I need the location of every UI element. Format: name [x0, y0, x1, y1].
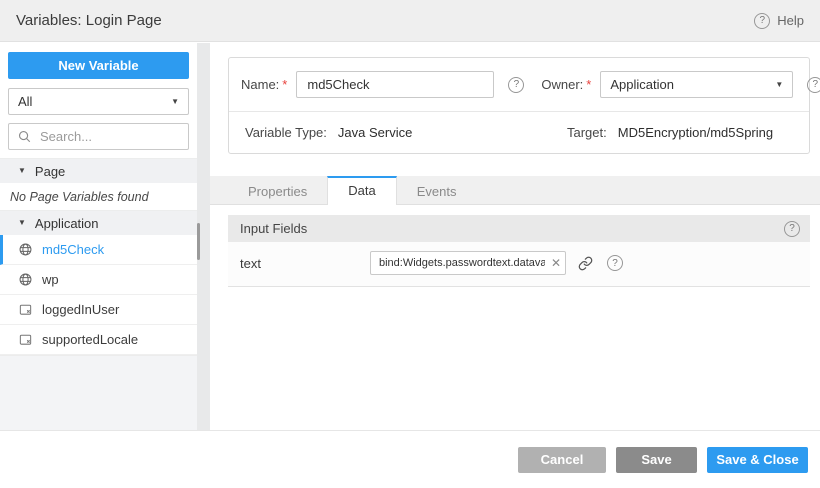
search-box[interactable]	[8, 123, 189, 150]
variable-filter-value: All	[18, 94, 32, 109]
tree-group-label: Page	[35, 164, 65, 179]
tab-bar: Properties Data Events	[210, 176, 820, 205]
section-title: Input Fields	[240, 221, 307, 236]
bind-expression-input-wrap: ✕	[370, 251, 566, 275]
bind-expression-input[interactable]	[370, 251, 566, 275]
bind-link-icon[interactable]	[578, 256, 593, 271]
name-help-icon[interactable]: ?	[508, 77, 524, 93]
save-button[interactable]: Save	[616, 447, 697, 473]
clear-icon[interactable]: ✕	[551, 257, 561, 269]
sidebar: New Variable All ▼ ▼ Page No Page Variab…	[0, 43, 197, 430]
java-service-icon	[18, 242, 33, 257]
variable-type-label: Variable Type:	[245, 125, 327, 140]
main-panel: Name:* ? Owner:* Application ▼ ? Variabl…	[210, 43, 820, 430]
variable-item-label: loggedInUser	[42, 302, 119, 317]
cancel-button[interactable]: Cancel	[518, 447, 606, 473]
variable-item-loggedinuser[interactable]: loggedInUser	[0, 295, 197, 325]
owner-select-value: Application	[610, 77, 674, 92]
tree-group-application[interactable]: ▼ Application	[0, 210, 197, 235]
new-variable-button[interactable]: New Variable	[8, 52, 189, 79]
save-close-button[interactable]: Save & Close	[707, 447, 808, 473]
help-icon: ?	[754, 13, 770, 29]
tree-group-label: Application	[35, 216, 99, 231]
variable-filter-select[interactable]: All ▼	[8, 88, 189, 115]
type-target-row: Variable Type: Java Service Target: MD5E…	[229, 112, 809, 153]
static-variable-icon	[18, 332, 33, 347]
target-value: MD5Encryption/md5Spring	[618, 125, 773, 140]
variable-summary-box: Name:* ? Owner:* Application ▼ ? Variabl…	[228, 57, 810, 154]
sidebar-divider	[197, 43, 210, 430]
target-label: Target:	[567, 125, 607, 140]
java-service-icon	[18, 272, 33, 287]
tab-properties[interactable]: Properties	[228, 176, 327, 204]
section-help-icon[interactable]: ?	[784, 221, 800, 237]
field-name: text	[240, 256, 370, 271]
chevron-down-icon: ▼	[775, 81, 783, 89]
sidebar-empty-area	[0, 355, 197, 430]
variable-item-md5check[interactable]: md5Check	[0, 235, 197, 265]
owner-select[interactable]: Application ▼	[600, 71, 793, 98]
page-title: Variables: Login Page	[16, 12, 162, 29]
required-marker: *	[586, 77, 591, 92]
input-fields-header: Input Fields ?	[228, 215, 810, 242]
help-label: Help	[777, 13, 804, 28]
collapse-arrow-icon: ▼	[18, 219, 26, 227]
input-fields-section: Input Fields ? text ✕ ?	[228, 215, 810, 287]
variable-item-wp[interactable]: wp	[0, 265, 197, 295]
collapse-arrow-icon: ▼	[18, 167, 26, 175]
static-variable-icon	[18, 302, 33, 317]
search-input[interactable]	[38, 128, 180, 145]
search-icon	[17, 129, 32, 144]
name-input[interactable]	[296, 71, 494, 98]
name-owner-row: Name:* ? Owner:* Application ▼ ?	[229, 58, 809, 111]
owner-help-icon[interactable]: ?	[807, 77, 820, 93]
variable-item-label: wp	[42, 272, 59, 287]
chevron-down-icon: ▼	[171, 98, 179, 106]
name-label: Name:*	[241, 77, 287, 92]
variable-item-supportedlocale[interactable]: supportedLocale	[0, 325, 197, 355]
variable-item-label: supportedLocale	[42, 332, 138, 347]
required-marker: *	[282, 77, 287, 92]
owner-label: Owner:*	[541, 77, 591, 92]
variables-dialog: Variables: Login Page ? Help New Variabl…	[0, 0, 820, 488]
help-button[interactable]: ? Help	[754, 13, 804, 29]
sidebar-scrollbar[interactable]	[197, 223, 200, 260]
dialog-titlebar: Variables: Login Page ? Help	[0, 0, 820, 42]
dialog-footer: Cancel Save Save & Close	[0, 430, 820, 488]
tree-group-page[interactable]: ▼ Page	[0, 158, 197, 183]
variables-tree: ▼ Page No Page Variables found ▼ Applica…	[0, 158, 197, 355]
tab-events[interactable]: Events	[397, 176, 477, 204]
input-fields-body: text ✕ ?	[228, 242, 810, 287]
input-field-row: text ✕ ?	[240, 251, 798, 275]
variable-type-value: Java Service	[338, 125, 412, 140]
tab-data[interactable]: Data	[327, 176, 396, 205]
page-empty-note: No Page Variables found	[0, 183, 197, 210]
variable-item-label: md5Check	[42, 242, 104, 257]
field-help-icon[interactable]: ?	[607, 255, 623, 271]
